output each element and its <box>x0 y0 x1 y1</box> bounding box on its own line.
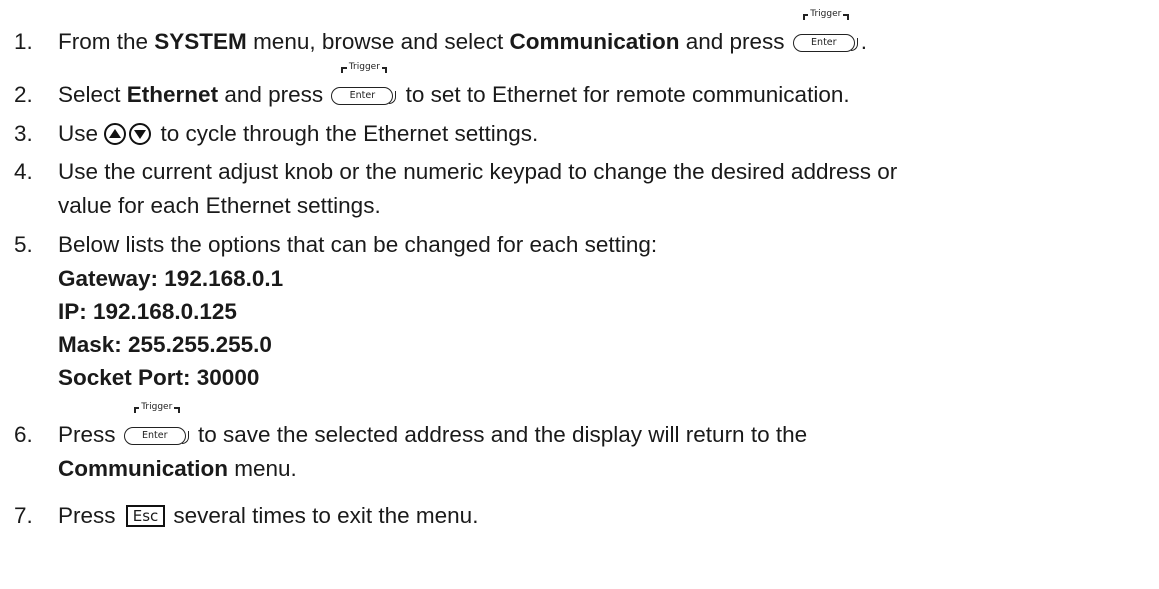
step-number: 4. <box>14 159 33 184</box>
enter-key-icon: Trigger Enter <box>331 62 397 105</box>
text: Press <box>58 503 122 528</box>
text: menu. <box>228 456 297 481</box>
step-text: Select Ethernet and press Trigger Enter t… <box>58 62 850 109</box>
step-number: 1. <box>14 29 33 54</box>
step-text: value for each Ethernet settings. <box>58 193 381 218</box>
step-number: 7. <box>14 503 33 528</box>
text: menu, browse and select <box>246 29 510 54</box>
enter-label: Enter <box>123 427 189 445</box>
enter-label: Enter <box>331 87 397 105</box>
enter-key-icon: Trigger Enter <box>123 402 190 445</box>
text: several times to exit the menu. <box>173 503 479 528</box>
step-text: Use the current adjust knob or the numer… <box>58 159 898 184</box>
text: to save the selected address and the dis… <box>191 422 808 447</box>
text: Press <box>58 422 122 447</box>
menu-communication: Communication <box>58 456 229 481</box>
setting-value: IP: 192.168.0.125 <box>58 299 237 324</box>
step-text: From the SYSTEM menu, browse and select … <box>58 9 868 56</box>
text: From the <box>58 29 155 54</box>
menu-communication: Communication <box>509 29 680 54</box>
text: and press <box>218 82 330 107</box>
step-text: Press Trigger Enter to save the selected … <box>58 402 808 449</box>
step-text: Below lists the options that can be chan… <box>58 232 658 257</box>
text: Use <box>58 121 105 146</box>
step-text: Use to cycle through the Ethernet settin… <box>58 120 538 148</box>
trigger-label: Trigger <box>133 402 180 421</box>
trigger-label: Trigger <box>341 62 388 81</box>
setting-value: Gateway: 192.168.0.1 <box>58 266 284 291</box>
menu-system: SYSTEM <box>154 29 247 54</box>
text: Select <box>58 82 127 107</box>
text: . <box>860 29 868 54</box>
esc-key-icon: Esc <box>125 505 166 527</box>
text: and press <box>679 29 791 54</box>
down-arrow-icon <box>129 123 152 145</box>
text: to set to Ethernet for remote communicat… <box>399 82 850 107</box>
trigger-label: Trigger <box>802 9 849 28</box>
text: to cycle through the Ethernet settings. <box>154 121 539 146</box>
step-number: 5. <box>14 232 33 257</box>
step-text: Communication menu. <box>58 455 297 483</box>
up-arrow-icon <box>104 123 127 145</box>
step-number: 3. <box>14 121 33 146</box>
step-text: Press Esc several times to exit the menu. <box>58 502 478 530</box>
setting-value: Socket Port: 30000 <box>58 365 260 390</box>
enter-key-icon: Trigger Enter <box>792 9 859 52</box>
step-number: 6. <box>14 422 33 447</box>
step-number: 2. <box>14 82 33 107</box>
enter-label: Enter <box>792 34 858 52</box>
ethernet-option: Ethernet <box>126 82 219 107</box>
setting-value: Mask: 255.255.255.0 <box>58 332 272 357</box>
